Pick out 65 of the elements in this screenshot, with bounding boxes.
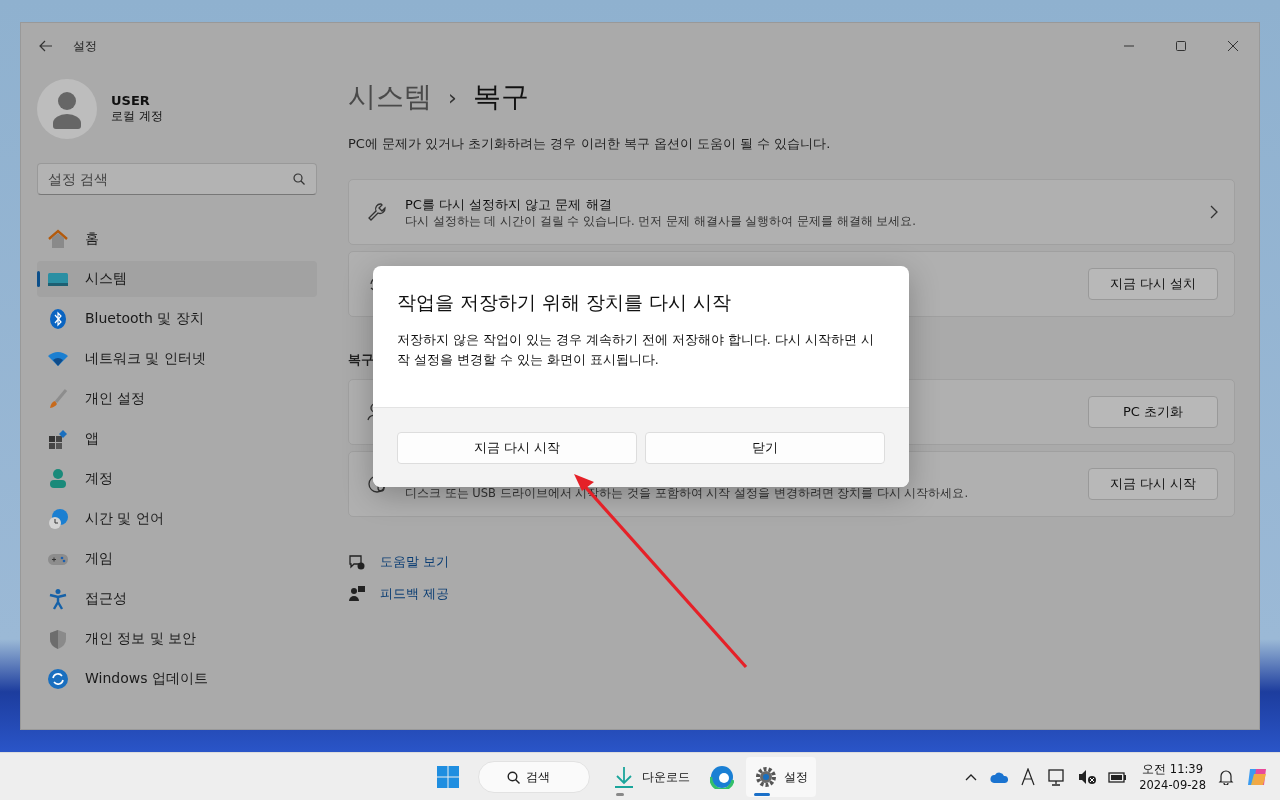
card-title: PC를 다시 설정하지 않고 문제 해결 bbox=[405, 195, 613, 214]
selection-indicator bbox=[37, 271, 40, 287]
app-tiles-icon bbox=[47, 428, 69, 450]
close-icon bbox=[1227, 40, 1239, 52]
sidebar-item[interactable]: 개인 정보 및 보안 bbox=[37, 621, 317, 657]
account-type: 로컬 계정 bbox=[111, 108, 163, 125]
clock[interactable]: 오전 11:39 2024-09-28 bbox=[1139, 760, 1206, 793]
search-icon bbox=[507, 770, 520, 784]
avatar-icon bbox=[37, 79, 97, 139]
globe-clock-icon bbox=[47, 508, 69, 530]
page-description: PC에 문제가 있거나 초기화하려는 경우 이러한 복구 옵션이 도움이 될 수 있습니다. bbox=[348, 135, 832, 153]
wrench-icon bbox=[367, 202, 387, 222]
dialog-button[interactable]: 닫기 bbox=[645, 432, 885, 464]
window-title: 설정 bbox=[73, 37, 97, 55]
shield-icon bbox=[47, 628, 69, 650]
font-a-icon bbox=[1020, 767, 1037, 786]
sidebar-item[interactable]: Bluetooth 및 장치 bbox=[37, 301, 317, 337]
action-button[interactable]: PC 초기화 bbox=[1088, 396, 1218, 428]
taskbar-search[interactable]: 검색 bbox=[478, 761, 590, 793]
monitor-icon bbox=[1048, 767, 1067, 786]
sidebar-item[interactable]: 계정 bbox=[37, 461, 317, 497]
sidebar-item[interactable]: 시간 및 언어 bbox=[37, 501, 317, 537]
taskbar-app[interactable]: 다운로드 bbox=[604, 757, 698, 797]
browser-swirl-icon bbox=[710, 765, 734, 789]
chevron-right-icon bbox=[1210, 205, 1218, 219]
action-button[interactable]: 지금 다시 시작 bbox=[1088, 468, 1218, 500]
sidebar-item[interactable]: 네트워크 및 인터넷 bbox=[37, 341, 317, 377]
help-link[interactable]: 도움말 보기 bbox=[380, 553, 450, 571]
sidebar-item[interactable]: Windows 업데이트 bbox=[37, 661, 317, 697]
person-icon bbox=[47, 468, 69, 490]
dialog-button[interactable]: 지금 다시 시작 bbox=[397, 432, 637, 464]
breadcrumb-item[interactable]: 시스템 bbox=[348, 78, 432, 116]
taskbar-app[interactable]: 설정 bbox=[746, 757, 816, 797]
paintbrush-icon bbox=[47, 388, 69, 410]
feedback-person-icon bbox=[348, 585, 366, 603]
sidebar-item[interactable]: 접근성 bbox=[37, 581, 317, 617]
dialog-title: 작업을 저장하기 위해 장치를 다시 시작 bbox=[397, 290, 733, 315]
sidebar-item[interactable]: 앱 bbox=[37, 421, 317, 457]
search-field[interactable]: 설정 검색 bbox=[37, 163, 317, 195]
search-icon bbox=[293, 173, 305, 185]
maximize-icon bbox=[1175, 40, 1187, 52]
section-heading: 복구 bbox=[348, 351, 374, 369]
sidebar-item[interactable]: 홈 bbox=[37, 221, 317, 257]
sidebar-item[interactable]: 개인 설정 bbox=[37, 381, 317, 417]
sync-icon bbox=[47, 668, 69, 690]
sidebar-item[interactable]: 게임 bbox=[37, 541, 317, 577]
gear-icon bbox=[754, 765, 778, 789]
download-icon bbox=[612, 765, 636, 789]
breadcrumb-item: 복구 bbox=[472, 79, 529, 115]
action-button[interactable]: 지금 다시 설치 bbox=[1088, 268, 1218, 300]
dialog-message: 저장하지 않은 작업이 있는 경우 계속하기 전에 저장해야 합니다. 다시 시작하면 시작 설정을 변경할 수 있는 화면이 표시됩니다. bbox=[397, 331, 875, 369]
help-link[interactable]: 피드백 제공 bbox=[380, 585, 450, 603]
settings-card[interactable]: PC를 다시 설정하지 않고 문제 해결 다시 설정하는 데 시간이 걸릴 수 있습니다. 먼저 문제 해결사를 실행하여 문제를 해결해 보세요. bbox=[348, 179, 1235, 245]
account-name: USER bbox=[111, 93, 151, 108]
bell-icon bbox=[1218, 768, 1234, 785]
sidebar-item[interactable]: 시스템 bbox=[37, 261, 317, 297]
breadcrumb-separator: › bbox=[448, 84, 457, 110]
accessibility-icon bbox=[47, 588, 69, 610]
back-arrow-icon bbox=[39, 40, 53, 52]
windows-logo-icon bbox=[436, 765, 460, 789]
bluetooth-icon bbox=[47, 308, 69, 330]
card-description: 다시 설정하는 데 시간이 걸릴 수 있습니다. 먼저 문제 해결사를 실행하여 문제를 해결해 보세요. bbox=[405, 213, 917, 229]
gear-restart-icon bbox=[367, 474, 387, 494]
help-chat-icon bbox=[348, 553, 366, 571]
house-icon bbox=[47, 228, 69, 250]
